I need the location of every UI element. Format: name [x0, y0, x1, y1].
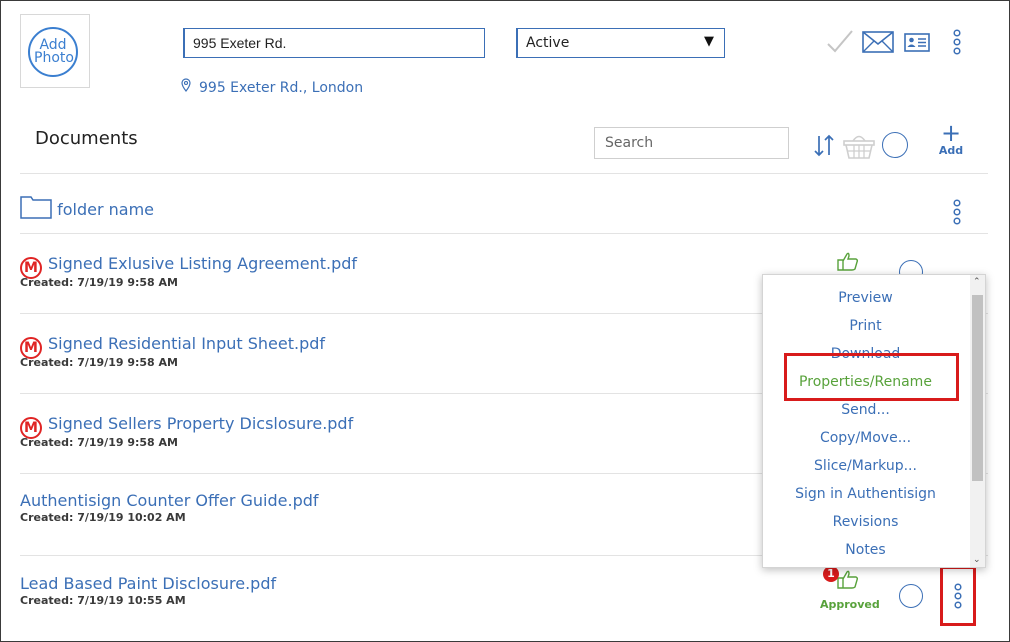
status-select[interactable]: Active ▼: [516, 28, 725, 58]
checkmark-icon[interactable]: [826, 29, 854, 55]
folder-more-icon[interactable]: [952, 199, 962, 225]
folder-name: folder name: [57, 200, 154, 219]
folder-icon: [20, 196, 52, 219]
file-created: Created: 7/19/19 10:55 AM: [20, 594, 186, 607]
documents-title: Documents: [35, 128, 138, 149]
menu-item-copy-move[interactable]: Copy/Move...: [763, 430, 968, 446]
approved-status: Approved: [820, 598, 880, 611]
location-text: 995 Exeter Rd., London: [199, 80, 364, 96]
menu-item-notes[interactable]: Notes: [763, 542, 968, 558]
file-name[interactable]: Signed Exlusive Listing Agreement.pdf: [48, 254, 357, 273]
add-photo-button[interactable]: Add Photo: [28, 27, 78, 77]
menu-scrollbar[interactable]: ⌃ ⌄: [970, 275, 985, 567]
menu-item-slice-markup[interactable]: Slice/Markup...: [763, 458, 968, 474]
mail-icon[interactable]: [862, 31, 894, 53]
file-created: Created: 7/19/19 10:02 AM: [20, 511, 186, 524]
dropdown-arrow-icon: ▼: [704, 34, 714, 49]
menu-item-preview[interactable]: Preview: [763, 290, 968, 306]
highlight-box-properties: [784, 353, 959, 401]
menu-item-revisions[interactable]: Revisions: [763, 514, 968, 530]
file-name[interactable]: Signed Sellers Property Dicslosure.pdf: [48, 414, 353, 433]
plus-icon: +: [940, 119, 962, 147]
contact-card-icon[interactable]: [904, 33, 930, 52]
scroll-up-icon[interactable]: ⌃: [973, 277, 981, 287]
file-row[interactable]: M Signed Sellers Property Dicslosure.pdf …: [20, 414, 353, 449]
file-row[interactable]: Authentisign Counter Offer Guide.pdf Cre…: [20, 491, 319, 524]
file-row[interactable]: M Signed Residential Input Sheet.pdf Crea…: [20, 334, 325, 369]
file-name[interactable]: Lead Based Paint Disclosure.pdf: [20, 574, 276, 593]
select-all-circle[interactable]: [882, 132, 908, 158]
add-button[interactable]: + Add: [934, 119, 968, 157]
scrollbar-thumb[interactable]: [972, 295, 983, 481]
menu-item-print[interactable]: Print: [763, 318, 968, 334]
file-created: Created: 7/19/19 9:58 AM: [20, 356, 178, 369]
highlight-box-more: [940, 566, 976, 626]
address-input[interactable]: 995 Exeter Rd.: [183, 28, 485, 58]
divider: [20, 233, 988, 234]
add-photo-label: Add Photo: [34, 37, 74, 66]
file-row[interactable]: Lead Based Paint Disclosure.pdf Created:…: [20, 574, 276, 607]
status-value: Active: [526, 35, 570, 51]
file-name[interactable]: Signed Residential Input Sheet.pdf: [48, 334, 325, 353]
folder-row[interactable]: folder name: [20, 193, 154, 219]
notification-badge: 1: [823, 566, 839, 582]
more-options-icon[interactable]: [952, 29, 962, 55]
file-name[interactable]: Authentisign Counter Offer Guide.pdf: [20, 491, 319, 510]
file-created: Created: 7/19/19 9:58 AM: [20, 276, 178, 289]
sort-icon[interactable]: [813, 132, 835, 158]
file-row[interactable]: M Signed Exlusive Listing Agreement.pdf C…: [20, 254, 357, 289]
location-link[interactable]: 995 Exeter Rd., London: [181, 78, 363, 96]
context-menu: Preview Print Download Properties/Rename…: [762, 274, 986, 568]
location-pin-icon: [181, 78, 191, 96]
file-created: Created: 7/19/19 9:58 AM: [20, 436, 178, 449]
thumbs-up-icon[interactable]: [836, 568, 860, 590]
thumbs-up-icon[interactable]: [836, 250, 860, 272]
menu-item-sign-in-authentisign[interactable]: Sign in Authentisign: [763, 486, 968, 502]
add-label: Add: [938, 144, 964, 157]
search-input[interactable]: Search: [594, 127, 789, 159]
divider: [20, 173, 988, 174]
add-photo-box[interactable]: Add Photo: [20, 14, 90, 88]
basket-icon[interactable]: [843, 131, 875, 159]
scroll-down-icon[interactable]: ⌄: [973, 555, 981, 565]
menu-item-send[interactable]: Send...: [763, 402, 968, 418]
select-circle[interactable]: [899, 584, 923, 608]
